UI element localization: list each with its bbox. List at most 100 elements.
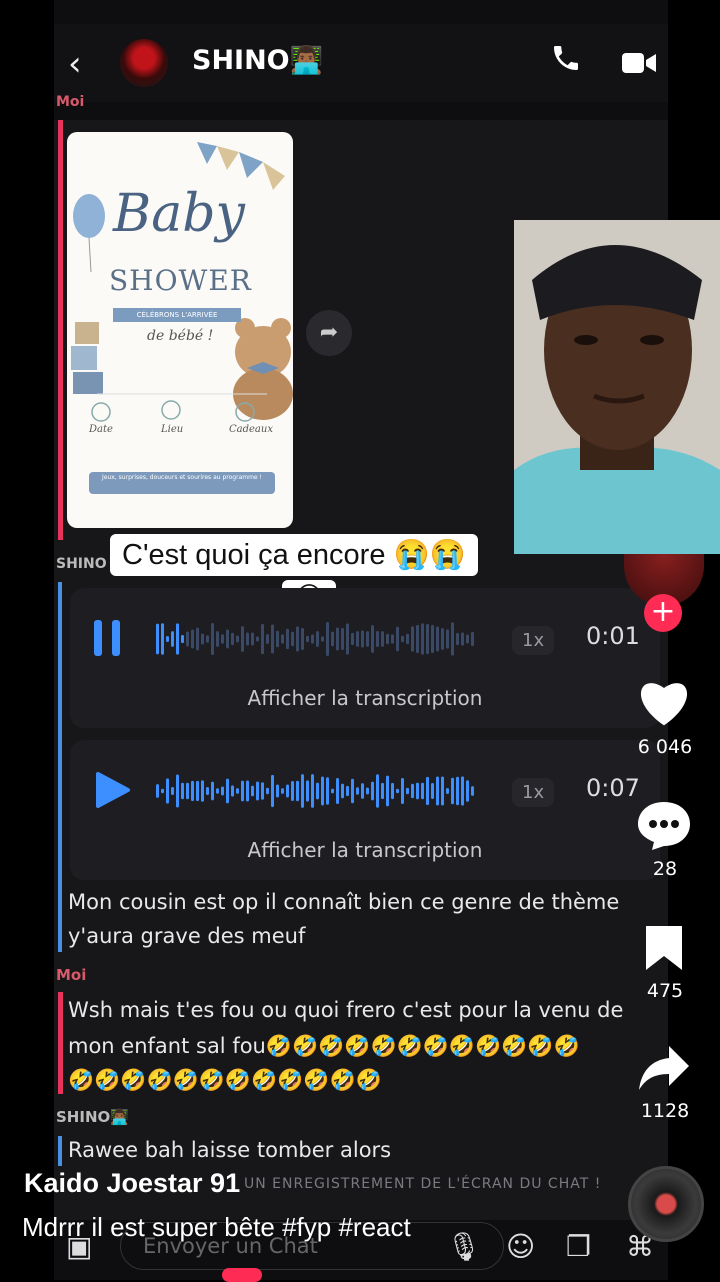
message-accent-bar	[58, 120, 63, 540]
waveform-bar	[306, 780, 309, 802]
share-icon[interactable]	[636, 1042, 692, 1096]
waveform-bar	[271, 774, 274, 808]
waveform-bar	[321, 636, 324, 642]
waveform-bar	[206, 787, 209, 795]
waveform-bar	[156, 784, 159, 798]
waveform-bar	[441, 628, 444, 650]
waveform-bar	[196, 780, 199, 802]
play-icon[interactable]	[92, 770, 132, 820]
playback-speed-button[interactable]: 1x	[512, 778, 555, 807]
waveform-bar	[276, 784, 279, 798]
invite-ribbon: CÉLÉBRONS L'ARRIVÉE	[113, 308, 241, 322]
waveform-bar	[406, 787, 409, 795]
phone-icon[interactable]	[550, 42, 582, 82]
waveform-bar	[461, 632, 464, 646]
waveform-bar	[376, 774, 379, 808]
waveform-bar	[456, 632, 459, 646]
waveform-bar	[371, 625, 374, 653]
chat-contact-name[interactable]: SHINO👨🏾‍💻	[192, 44, 323, 76]
share-arrow-icon[interactable]: ➦	[306, 310, 352, 356]
waveform-bar	[341, 628, 344, 650]
waveform-bar	[391, 782, 394, 800]
waveform-bar	[226, 778, 229, 804]
waveform-bar	[311, 634, 314, 644]
waveform-bar	[361, 630, 364, 648]
waveform-bar	[231, 785, 234, 797]
waveform-bar	[166, 778, 169, 804]
waveform-bar	[406, 633, 409, 645]
avatar[interactable]	[120, 39, 168, 87]
waveform-bar	[426, 623, 429, 655]
show-transcript-link[interactable]: Afficher la transcription	[70, 838, 660, 862]
waveform-bar	[446, 787, 449, 795]
waveform-bar	[156, 623, 159, 655]
smiley-icon[interactable]: ☺	[506, 1230, 535, 1263]
sender-label-shino: SHINO👨🏾‍💻	[56, 1108, 129, 1126]
voice-note[interactable]: 1x 0:01 Afficher la transcription	[70, 588, 660, 728]
music-disc-icon[interactable]	[628, 1166, 704, 1242]
waveform-bar	[221, 786, 224, 796]
waveform-bar	[341, 783, 344, 799]
waveform[interactable]	[156, 618, 476, 660]
heart-icon[interactable]	[636, 676, 692, 732]
chevron-left-icon[interactable]: ‹	[68, 44, 82, 84]
waveform-bar	[206, 635, 209, 643]
video-description[interactable]: Mdrrr il est super bête #fyp #react	[22, 1212, 411, 1243]
waveform-bar	[321, 776, 324, 806]
message-text: Rawee bah laisse tomber alors	[68, 1138, 392, 1162]
waveform-bar	[191, 629, 194, 649]
invite-col-date: Date	[89, 424, 113, 435]
show-transcript-link[interactable]: Afficher la transcription	[70, 686, 660, 710]
waveform-bar	[451, 777, 454, 805]
pause-icon[interactable]	[92, 618, 122, 668]
comment-icon[interactable]	[636, 798, 692, 856]
waveform-bar	[201, 780, 204, 802]
playback-speed-button[interactable]: 1x	[512, 626, 555, 655]
creator-username[interactable]: Kaido Joestar 91	[24, 1168, 240, 1199]
video-icon[interactable]	[622, 50, 656, 76]
waveform-bar	[326, 777, 329, 805]
waveform-bar	[261, 623, 264, 655]
invite-subtitle: de bébé !	[147, 328, 214, 344]
waveform-bar	[216, 631, 219, 647]
waveform-bar	[371, 781, 374, 801]
waveform-bar	[241, 626, 244, 652]
waveform-bar	[286, 784, 289, 798]
follow-button[interactable]: +	[644, 594, 682, 632]
waveform-bar	[336, 778, 339, 804]
waveform-bar	[421, 623, 424, 655]
waveform-bar	[466, 634, 469, 644]
waveform-bar	[446, 629, 449, 649]
waveform-bar	[426, 776, 429, 806]
baby-shower-invite-image[interactable]: Baby SHOWER CÉLÉBRONS L'ARRIVÉE de bébé …	[67, 132, 293, 528]
waveform[interactable]	[156, 770, 476, 812]
voice-duration: 0:01	[586, 622, 640, 650]
voice-note[interactable]: 1x 0:07 Afficher la transcription	[70, 740, 660, 880]
waveform-bar	[471, 786, 474, 796]
microphone-icon[interactable]: 🎙	[446, 1230, 482, 1263]
waveform-bar	[316, 782, 319, 800]
waveform-bar	[266, 634, 269, 644]
bookmark-icon[interactable]	[636, 922, 692, 976]
invite-banner: Jeux, surprises, douceurs et sourires au…	[102, 474, 262, 481]
waveform-bar	[456, 776, 459, 806]
waveform-bar	[291, 780, 294, 802]
waveform-bar	[246, 780, 249, 802]
waveform-bar	[281, 788, 284, 794]
waveform-bar	[286, 628, 289, 650]
waveform-bar	[436, 776, 439, 806]
waveform-bar	[296, 780, 299, 802]
sender-label-shino: SHINO	[56, 556, 107, 572]
waveform-bar	[401, 635, 404, 643]
waveform-bar	[181, 634, 184, 644]
waveform-bar	[471, 631, 474, 647]
message-text: Mon cousin est op il connaît bien ce gen…	[68, 890, 620, 914]
waveform-bar	[331, 631, 334, 647]
waveform-bar	[421, 782, 424, 800]
waveform-bar	[386, 775, 389, 807]
waveform-bar	[211, 622, 214, 656]
waveform-bar	[326, 622, 329, 656]
message-text: Wsh mais t'es fou ou quoi frero c'est po…	[68, 998, 624, 1022]
sticker-icon[interactable]: ❐	[566, 1230, 591, 1263]
waveform-bar	[181, 782, 184, 800]
